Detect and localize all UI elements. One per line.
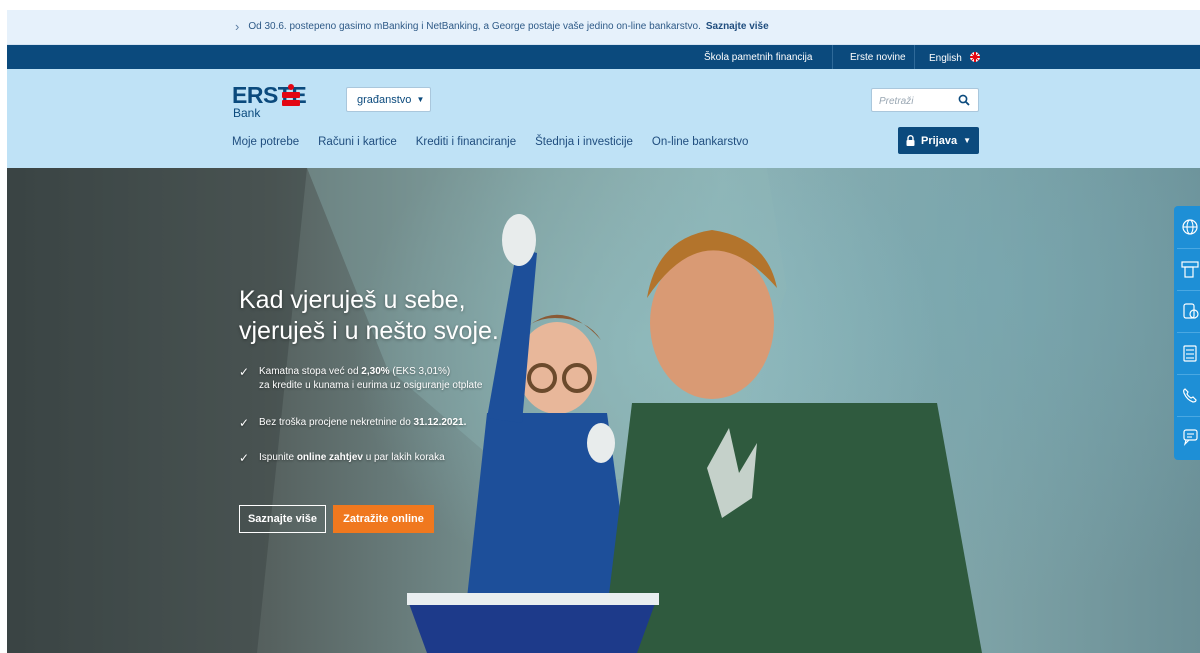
bullet-bold: online zahtjev xyxy=(296,452,363,463)
atm-icon[interactable] xyxy=(1178,258,1200,280)
checkmark-icon: ✓ xyxy=(239,451,250,465)
main-nav: Moje potrebe Računi i kartice Krediti i … xyxy=(232,136,767,148)
language-label: English xyxy=(929,53,962,64)
nav-moje-potrebe[interactable]: Moje potrebe xyxy=(232,136,299,148)
chat-icon[interactable] xyxy=(1178,426,1200,448)
hero-title-line-2: vjeruješ i u nešto svoje. xyxy=(239,317,499,345)
erste-s-logo-icon xyxy=(282,84,300,106)
logo-sub: Bank xyxy=(233,106,261,120)
phone-icon[interactable] xyxy=(1178,384,1200,406)
language-switch[interactable]: English xyxy=(929,52,980,64)
link-erste-novine[interactable]: Erste novine xyxy=(850,52,906,63)
hero-title: Kad vjeruješ u sebe, vjeruješ i u nešto … xyxy=(239,285,539,347)
checkmark-icon: ✓ xyxy=(239,416,250,430)
coins-icon[interactable] xyxy=(1178,300,1200,322)
globe-icon[interactable] xyxy=(1178,216,1200,238)
segment-dropdown[interactable]: građanstvo ▼ xyxy=(346,87,431,112)
login-label: Prijava xyxy=(920,134,958,147)
checkmark-icon: ✓ xyxy=(239,365,250,379)
hero-title-line-1: Kad vjeruješ u sebe, xyxy=(239,286,466,314)
divider xyxy=(1177,290,1200,291)
divider xyxy=(1177,416,1200,417)
chevron-right-icon: › xyxy=(235,18,240,34)
side-toolbar xyxy=(1174,206,1200,460)
learn-more-button[interactable]: Saznajte više xyxy=(239,505,326,533)
calculator-icon[interactable] xyxy=(1178,342,1200,364)
divider xyxy=(914,45,915,69)
divider xyxy=(1177,374,1200,375)
divider xyxy=(832,45,833,69)
nav-online-bankarstvo[interactable]: On-line bankarstvo xyxy=(652,136,749,148)
apply-online-button[interactable]: Zatražite online xyxy=(333,505,434,533)
announcement-link[interactable]: Saznajte više xyxy=(706,21,769,32)
bullet-text: za kredite u kunama i eurima uz osiguran… xyxy=(259,380,483,391)
nav-racuni-i-kartice[interactable]: Računi i kartice xyxy=(318,136,397,148)
lock-icon xyxy=(906,135,915,146)
caret-down-icon: ▼ xyxy=(963,136,971,145)
search-input[interactable] xyxy=(877,90,955,112)
site-header: ERSTE Bank građanstvo ▼ Moje potrebe Raču… xyxy=(7,69,1200,168)
nav-stednja-i-investicije[interactable]: Štednja i investicije xyxy=(535,136,633,148)
bullet-text: (EKS 3,01%) xyxy=(389,366,451,377)
link-skola-pametnih-financija[interactable]: Škola pametnih financija xyxy=(704,52,812,63)
uk-flag-icon xyxy=(969,52,980,62)
bullet-bold: 31.12.2021. xyxy=(413,417,467,428)
bullet-text: Ispunite xyxy=(259,452,297,463)
bullet-text: Bez troška procjene nekretnine do xyxy=(259,417,414,428)
erste-logo[interactable]: ERSTE Bank xyxy=(232,83,307,123)
hero-banner: Kad vjeruješ u sebe, vjeruješ i u nešto … xyxy=(7,168,1200,653)
hero-photo xyxy=(7,168,982,653)
divider xyxy=(1177,332,1200,333)
announcement-text: Od 30.6. postepeno gasimo mBanking i Net… xyxy=(248,21,701,32)
segment-label: građanstvo xyxy=(357,94,412,106)
divider xyxy=(1177,248,1200,249)
bullet-text: Kamatna stopa već od xyxy=(259,366,362,377)
caret-down-icon: ▼ xyxy=(416,95,425,104)
nav-krediti-i-financiranje[interactable]: Krediti i financiranje xyxy=(416,136,516,148)
bullet-text: u par lakih koraka xyxy=(362,452,445,463)
login-button[interactable]: Prijava ▼ xyxy=(898,127,979,154)
search-box xyxy=(871,88,979,112)
bullet-bold: 2,30% xyxy=(361,366,390,377)
announcement-bar: › Od 30.6. postepeno gasimo mBanking i N… xyxy=(7,10,1200,45)
search-icon[interactable] xyxy=(958,94,970,106)
top-utility-bar: Škola pametnih financija Erste novine En… xyxy=(7,45,1200,69)
